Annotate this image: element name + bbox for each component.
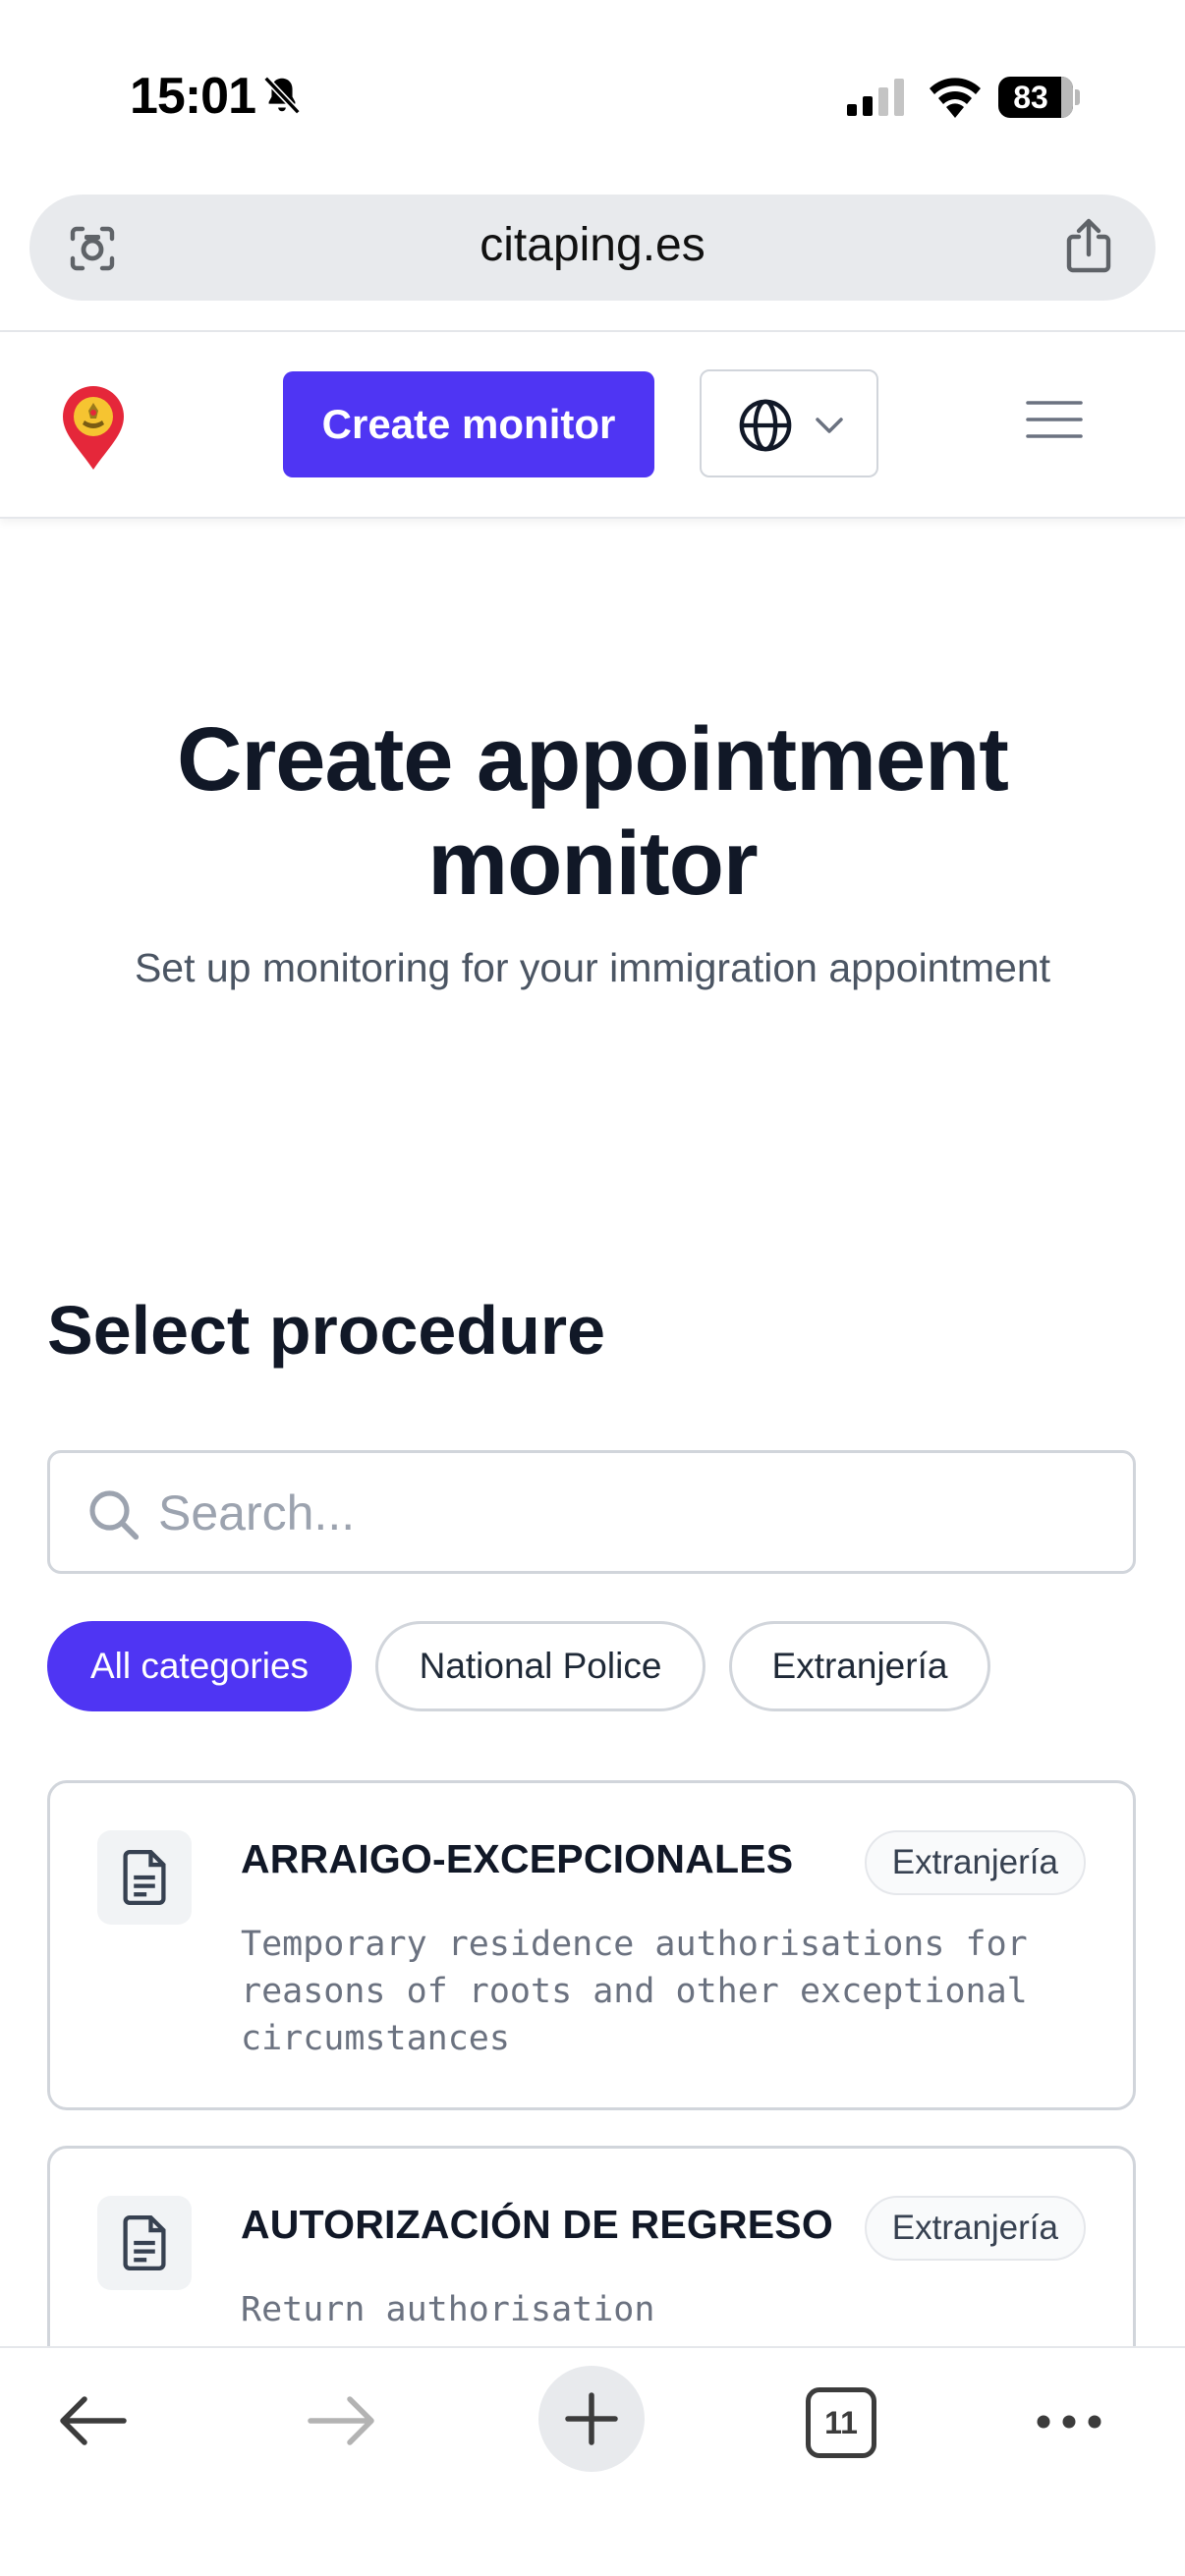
new-tab-button[interactable] bbox=[538, 2366, 645, 2472]
forward-arrow-icon[interactable] bbox=[305, 2391, 379, 2450]
hamburger-icon[interactable] bbox=[1026, 399, 1083, 440]
language-selector[interactable] bbox=[700, 369, 878, 477]
search-input[interactable] bbox=[158, 1479, 1101, 1547]
page-title: Create appointment monitor bbox=[79, 707, 1106, 916]
site-header: Create monitor bbox=[0, 332, 1185, 519]
page-title-line1: Create appointment bbox=[177, 709, 1009, 810]
status-time: 15:01 bbox=[130, 68, 256, 125]
logo-icon[interactable] bbox=[59, 383, 128, 472]
share-icon[interactable] bbox=[1061, 216, 1116, 277]
battery-indicator: 83 bbox=[998, 77, 1080, 118]
category-badge: Extranjería bbox=[864, 2196, 1086, 2261]
bell-slash-icon bbox=[263, 76, 301, 115]
search-box[interactable] bbox=[47, 1450, 1136, 1574]
procedure-title: AUTORIZACIÓN DE REGRESO bbox=[241, 2202, 833, 2247]
category-chip-all[interactable]: All categories bbox=[47, 1621, 352, 1711]
document-icon bbox=[123, 2215, 166, 2270]
chevron-down-icon bbox=[816, 418, 843, 433]
status-bar: 15:01 83 bbox=[0, 0, 1185, 187]
procedure-description: Temporary residence authorisations for r… bbox=[241, 1925, 1028, 2058]
more-icon[interactable] bbox=[1034, 2411, 1104, 2433]
document-icon-tile bbox=[97, 1830, 192, 1925]
create-monitor-button[interactable]: Create monitor bbox=[283, 371, 654, 477]
section-title: Select procedure bbox=[47, 1292, 605, 1369]
browser-toolbar: 11 bbox=[0, 2346, 1185, 2576]
url-text[interactable]: citaping.es bbox=[29, 218, 1156, 272]
globe-icon bbox=[739, 399, 792, 452]
procedure-description: Return authorisation bbox=[241, 2290, 655, 2329]
tabs-button[interactable]: 11 bbox=[806, 2387, 876, 2458]
battery-level: 83 bbox=[1013, 80, 1048, 115]
search-icon bbox=[89, 1490, 140, 1540]
procedure-title: ARRAIGO-EXCEPCIONALES bbox=[241, 1836, 794, 1881]
address-bar[interactable]: citaping.es bbox=[29, 195, 1156, 301]
category-badge: Extranjería bbox=[864, 1830, 1086, 1895]
category-chip-national-police[interactable]: National Police bbox=[375, 1621, 705, 1711]
procedure-card[interactable]: ARRAIGO-EXCEPCIONALES Extranjería Tempor… bbox=[47, 1780, 1136, 2110]
page-subtitle: Set up monitoring for your immigration a… bbox=[134, 945, 1051, 990]
page-title-line2: monitor bbox=[427, 813, 758, 914]
wifi-icon bbox=[930, 78, 981, 118]
document-icon bbox=[123, 1850, 166, 1905]
category-chip-extranjeria[interactable]: Extranjería bbox=[729, 1621, 990, 1711]
plus-icon bbox=[565, 2392, 618, 2445]
document-icon-tile bbox=[97, 2196, 192, 2290]
back-arrow-icon[interactable] bbox=[55, 2391, 130, 2450]
signal-icon bbox=[847, 79, 904, 116]
